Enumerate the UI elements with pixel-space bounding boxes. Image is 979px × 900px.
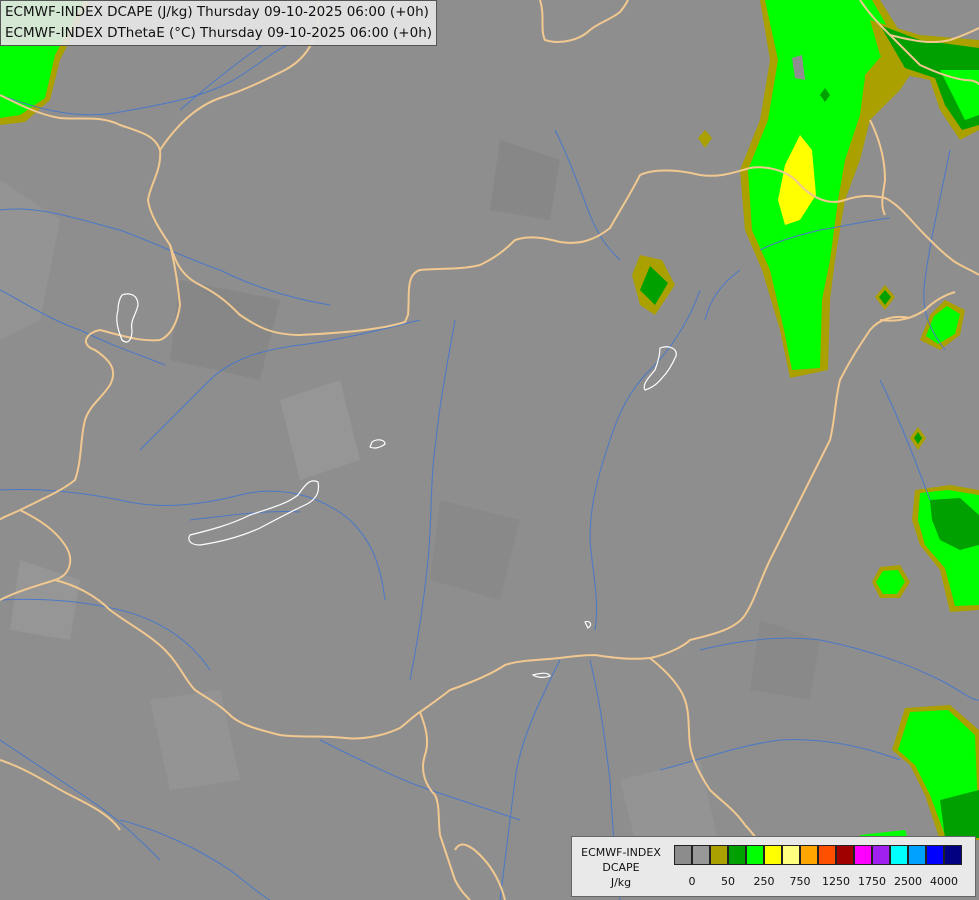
map-title-box: ECMWF-INDEX DCAPE (J/kg) Thursday 09-10-…: [0, 0, 438, 46]
legend-title-line-3: J/kg: [610, 876, 632, 889]
legend-swatch: [692, 845, 710, 865]
legend-swatch: [926, 845, 944, 865]
legend-swatch: [836, 845, 854, 865]
legend-swatch: [818, 845, 836, 865]
legend-swatch: [674, 845, 692, 865]
legend-swatch: [908, 845, 926, 865]
legend-swatch: [854, 845, 872, 865]
legend-tick-label: 250: [753, 875, 775, 888]
legend-swatch: [872, 845, 890, 865]
legend-tick-label: 750: [789, 875, 811, 888]
legend-title-line-2: DCAPE: [602, 861, 640, 874]
legend-tick-label: 1250: [822, 875, 850, 888]
legend-tick-label: 2500: [894, 875, 922, 888]
legend-swatch: [890, 845, 908, 865]
legend-swatch: [764, 845, 782, 865]
legend-swatch: [944, 845, 962, 865]
legend-title: ECMWF-INDEX DCAPE J/kg: [578, 845, 664, 890]
legend-swatch: [800, 845, 818, 865]
legend-swatch: [710, 845, 728, 865]
legend-tick-label: 0: [688, 875, 696, 888]
legend-tick-label: 50: [721, 875, 735, 888]
legend-swatch: [782, 845, 800, 865]
legend-swatch: [728, 845, 746, 865]
map-title-dthetae: ECMWF-INDEX DThetaE (°C) Thursday 09-10-…: [5, 25, 433, 41]
dcape-map: [0, 0, 979, 900]
legend-swatch: [746, 845, 764, 865]
legend-tick-label: 4000: [930, 875, 958, 888]
map-title-dcape: ECMWF-INDEX DCAPE (J/kg) Thursday 09-10-…: [5, 4, 429, 20]
legend-title-line-1: ECMWF-INDEX: [581, 846, 661, 859]
legend-tick-label: 1750: [858, 875, 886, 888]
color-legend: ECMWF-INDEX DCAPE J/kg 0 50 250 750 1250 1750…: [571, 836, 976, 897]
